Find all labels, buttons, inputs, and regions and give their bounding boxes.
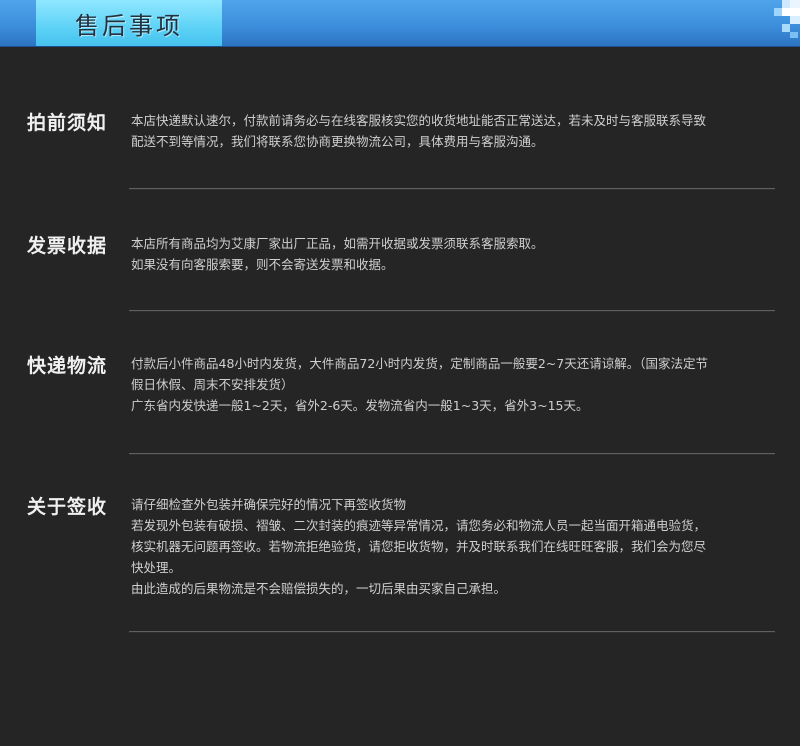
section-body: 本店快递默认速尔，付款前请务必与在线客服核实您的收货地址能否正常送达，若未及时与… [131, 110, 773, 152]
section-text-line: 若发现外包装有破损、褶皱、二次封装的痕迹等异常情况，请您务必和物流人员一起当面开… [131, 518, 707, 533]
section-text-line: 付款后小件商品48小时内发货，大件商品72小时内发货，定制商品一般要2~7天还请… [131, 356, 708, 371]
header-bar: 售后事项 [0, 0, 800, 47]
section-body: 本店所有商品均为艾康厂家出厂正品，如需开收据或发票须联系客服索取。 如果没有向客… [131, 233, 773, 275]
section-text-line: 本店快递默认速尔，付款前请务必与在线客服核实您的收货地址能否正常送达，若未及时与… [131, 113, 707, 128]
section-text-line: 假日休假、周末不安排发货） [131, 377, 294, 392]
section-title: 关于签收 [27, 496, 108, 518]
section-body: 付款后小件商品48小时内发货，大件商品72小时内发货，定制商品一般要2~7天还请… [131, 353, 773, 416]
section-text-line: 快处理。 [131, 560, 182, 575]
section-text-line: 请仔细检查外包装并确保完好的情况下再签收货物 [131, 497, 407, 512]
section-text-line: 如果没有向客服索要，则不会寄送发票和收据。 [131, 257, 394, 272]
section-text-line: 由此造成的后果物流是不会赔偿损失的，一切后果由买家自己承担。 [131, 581, 507, 596]
section-body: 请仔细检查外包装并确保完好的情况下再签收货物 若发现外包装有破损、褶皱、二次封装… [131, 494, 773, 599]
section-text-line: 广东省内发快递一般1~2天，省外2-6天。发物流省内一般1~3天，省外3~15天… [131, 398, 589, 413]
header-title: 售后事项 [75, 11, 183, 40]
pixel-decoration-icon [774, 0, 800, 38]
section-title: 拍前须知 [27, 112, 108, 134]
section-text-line: 配送不到等情况，我们将联系您协商更换物流公司，具体费用与客服沟通。 [131, 134, 544, 149]
section-divider [129, 188, 775, 190]
section-text-line: 核实机器无问题再签收。若物流拒绝验货，请您拒收货物，并及时联系我们在线旺旺客服，… [131, 539, 707, 554]
section-divider [129, 453, 775, 455]
section-divider [129, 631, 775, 633]
section-title: 快递物流 [27, 355, 108, 377]
section-title: 发票收据 [27, 235, 108, 257]
section-divider [129, 310, 775, 312]
section-text-line: 本店所有商品均为艾康厂家出厂正品，如需开收据或发票须联系客服索取。 [131, 236, 544, 251]
header-title-tab: 售后事项 [36, 0, 222, 46]
